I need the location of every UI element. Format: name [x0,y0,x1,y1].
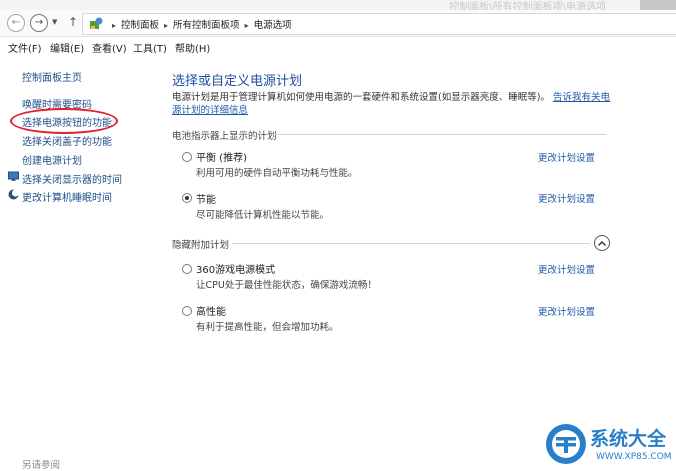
menu-file[interactable]: 文件(F) [8,40,42,55]
change-plan-settings-high-performance[interactable]: 更改计划设置 [538,304,595,318]
plan-radio-high-performance[interactable] [182,306,192,316]
section-divider [272,134,606,135]
close-button[interactable] [640,0,676,10]
menu-edit[interactable]: 编辑(E) [50,40,84,55]
plan-radio-360-game[interactable] [182,264,192,274]
plan-desc-360-game: 让CPU处于最佳性能状态，确保游戏流畅！ [196,280,377,291]
description-text: 电源计划是用于管理计算机如何使用电源的一套硬件和系统设置(如显示器亮度、睡眠等)… [172,92,550,103]
address-box[interactable]: ▸ 控制面板 ▸ 所有控制面板项 ▸ 电源选项 [82,13,676,35]
breadcrumb-control-panel[interactable]: 控制面板 [121,20,159,31]
sleep-moon-icon [8,189,19,200]
plan-radio-power-saver[interactable] [182,193,192,203]
collapse-chevron-icon[interactable] [594,235,610,251]
back-button[interactable]: ← [7,14,25,32]
sidebar-item-control-panel-home[interactable]: 控制面板主页 [22,69,82,84]
plan-desc-power-saver: 尽可能降低计算机性能以节能。 [196,210,330,221]
watermark-logo-icon [546,424,586,464]
watermark-url: WWW.XP85.COM [596,452,672,462]
plan-desc-high-performance: 有利于提高性能，但会增加功耗。 [196,322,339,333]
plan-name-power-saver[interactable]: 节能 [196,191,216,206]
section-divider [232,243,590,244]
change-plan-settings-360-game[interactable]: 更改计划设置 [538,262,595,276]
breadcrumb-power-options[interactable]: 电源选项 [254,20,292,31]
sidebar-item-sleep-time[interactable]: 更改计算机睡眠时间 [22,189,112,204]
plan-name-360-game[interactable]: 360游戏电源模式 [196,261,275,276]
menu-view[interactable]: 查看(V) [92,40,127,55]
menu-bar: 文件(F) 编辑(E) 查看(V) 工具(T) 帮助(H) [0,37,676,56]
plan-name-high-performance[interactable]: 高性能 [196,303,226,318]
breadcrumb-all-items[interactable]: 所有控制面板项 [173,20,240,31]
section-hide-additional-plans: 隐藏附加计划 [172,240,230,251]
breadcrumb-sep: ▸ [112,21,117,30]
sidebar-item-display-off[interactable]: 选择关闭显示器的时间 [22,171,122,186]
section-battery-meter-plans: 电池指示器上显示的计划 [172,131,277,142]
see-also-heading: 另请参阅 [22,460,61,471]
sidebar-item-create-plan[interactable]: 创建电源计划 [22,152,82,167]
display-icon [8,171,19,181]
sidebar-item-lid-close[interactable]: 选择关闭盖子的功能 [22,133,112,148]
page-title: 选择或自定义电源计划 [172,74,303,89]
plan-name-balanced[interactable]: 平衡 (推荐) [196,149,247,164]
plan-desc-balanced: 利用可用的硬件自动平衡功耗与性能。 [196,168,358,179]
menu-tools[interactable]: 工具(T) [133,40,167,55]
up-button[interactable]: ↑ [68,15,78,29]
title-bar: 控制面板\所有控制面板项\电源选项 [0,0,676,13]
breadcrumb-sep: ▸ [244,21,249,30]
plan-radio-balanced[interactable] [182,152,192,162]
address-bar: ← → ▼ ↑ ▸ 控制面板 ▸ 所有控制面板项 ▸ 电源选项 [0,10,676,37]
change-plan-settings-balanced[interactable]: 更改计划设置 [538,150,595,164]
watermark-name: 系统大全 [590,428,667,450]
menu-help[interactable]: 帮助(H) [175,40,210,55]
recent-locations-dropdown[interactable]: ▼ [52,18,57,26]
change-plan-settings-power-saver[interactable]: 更改计划设置 [538,191,595,205]
red-highlight-circle [10,108,118,134]
breadcrumb-sep: ▸ [164,21,169,30]
watermark-logo: 系统大全 WWW.XP85.COM [544,420,676,471]
forward-button[interactable]: → [30,14,48,32]
breadcrumb: ▸ 控制面板 ▸ 所有控制面板项 ▸ 电源选项 [107,17,292,31]
control-panel-icon [90,17,103,29]
page-description: 电源计划是用于管理计算机如何使用电源的一套硬件和系统设置(如显示器亮度、睡眠等)… [172,91,612,117]
